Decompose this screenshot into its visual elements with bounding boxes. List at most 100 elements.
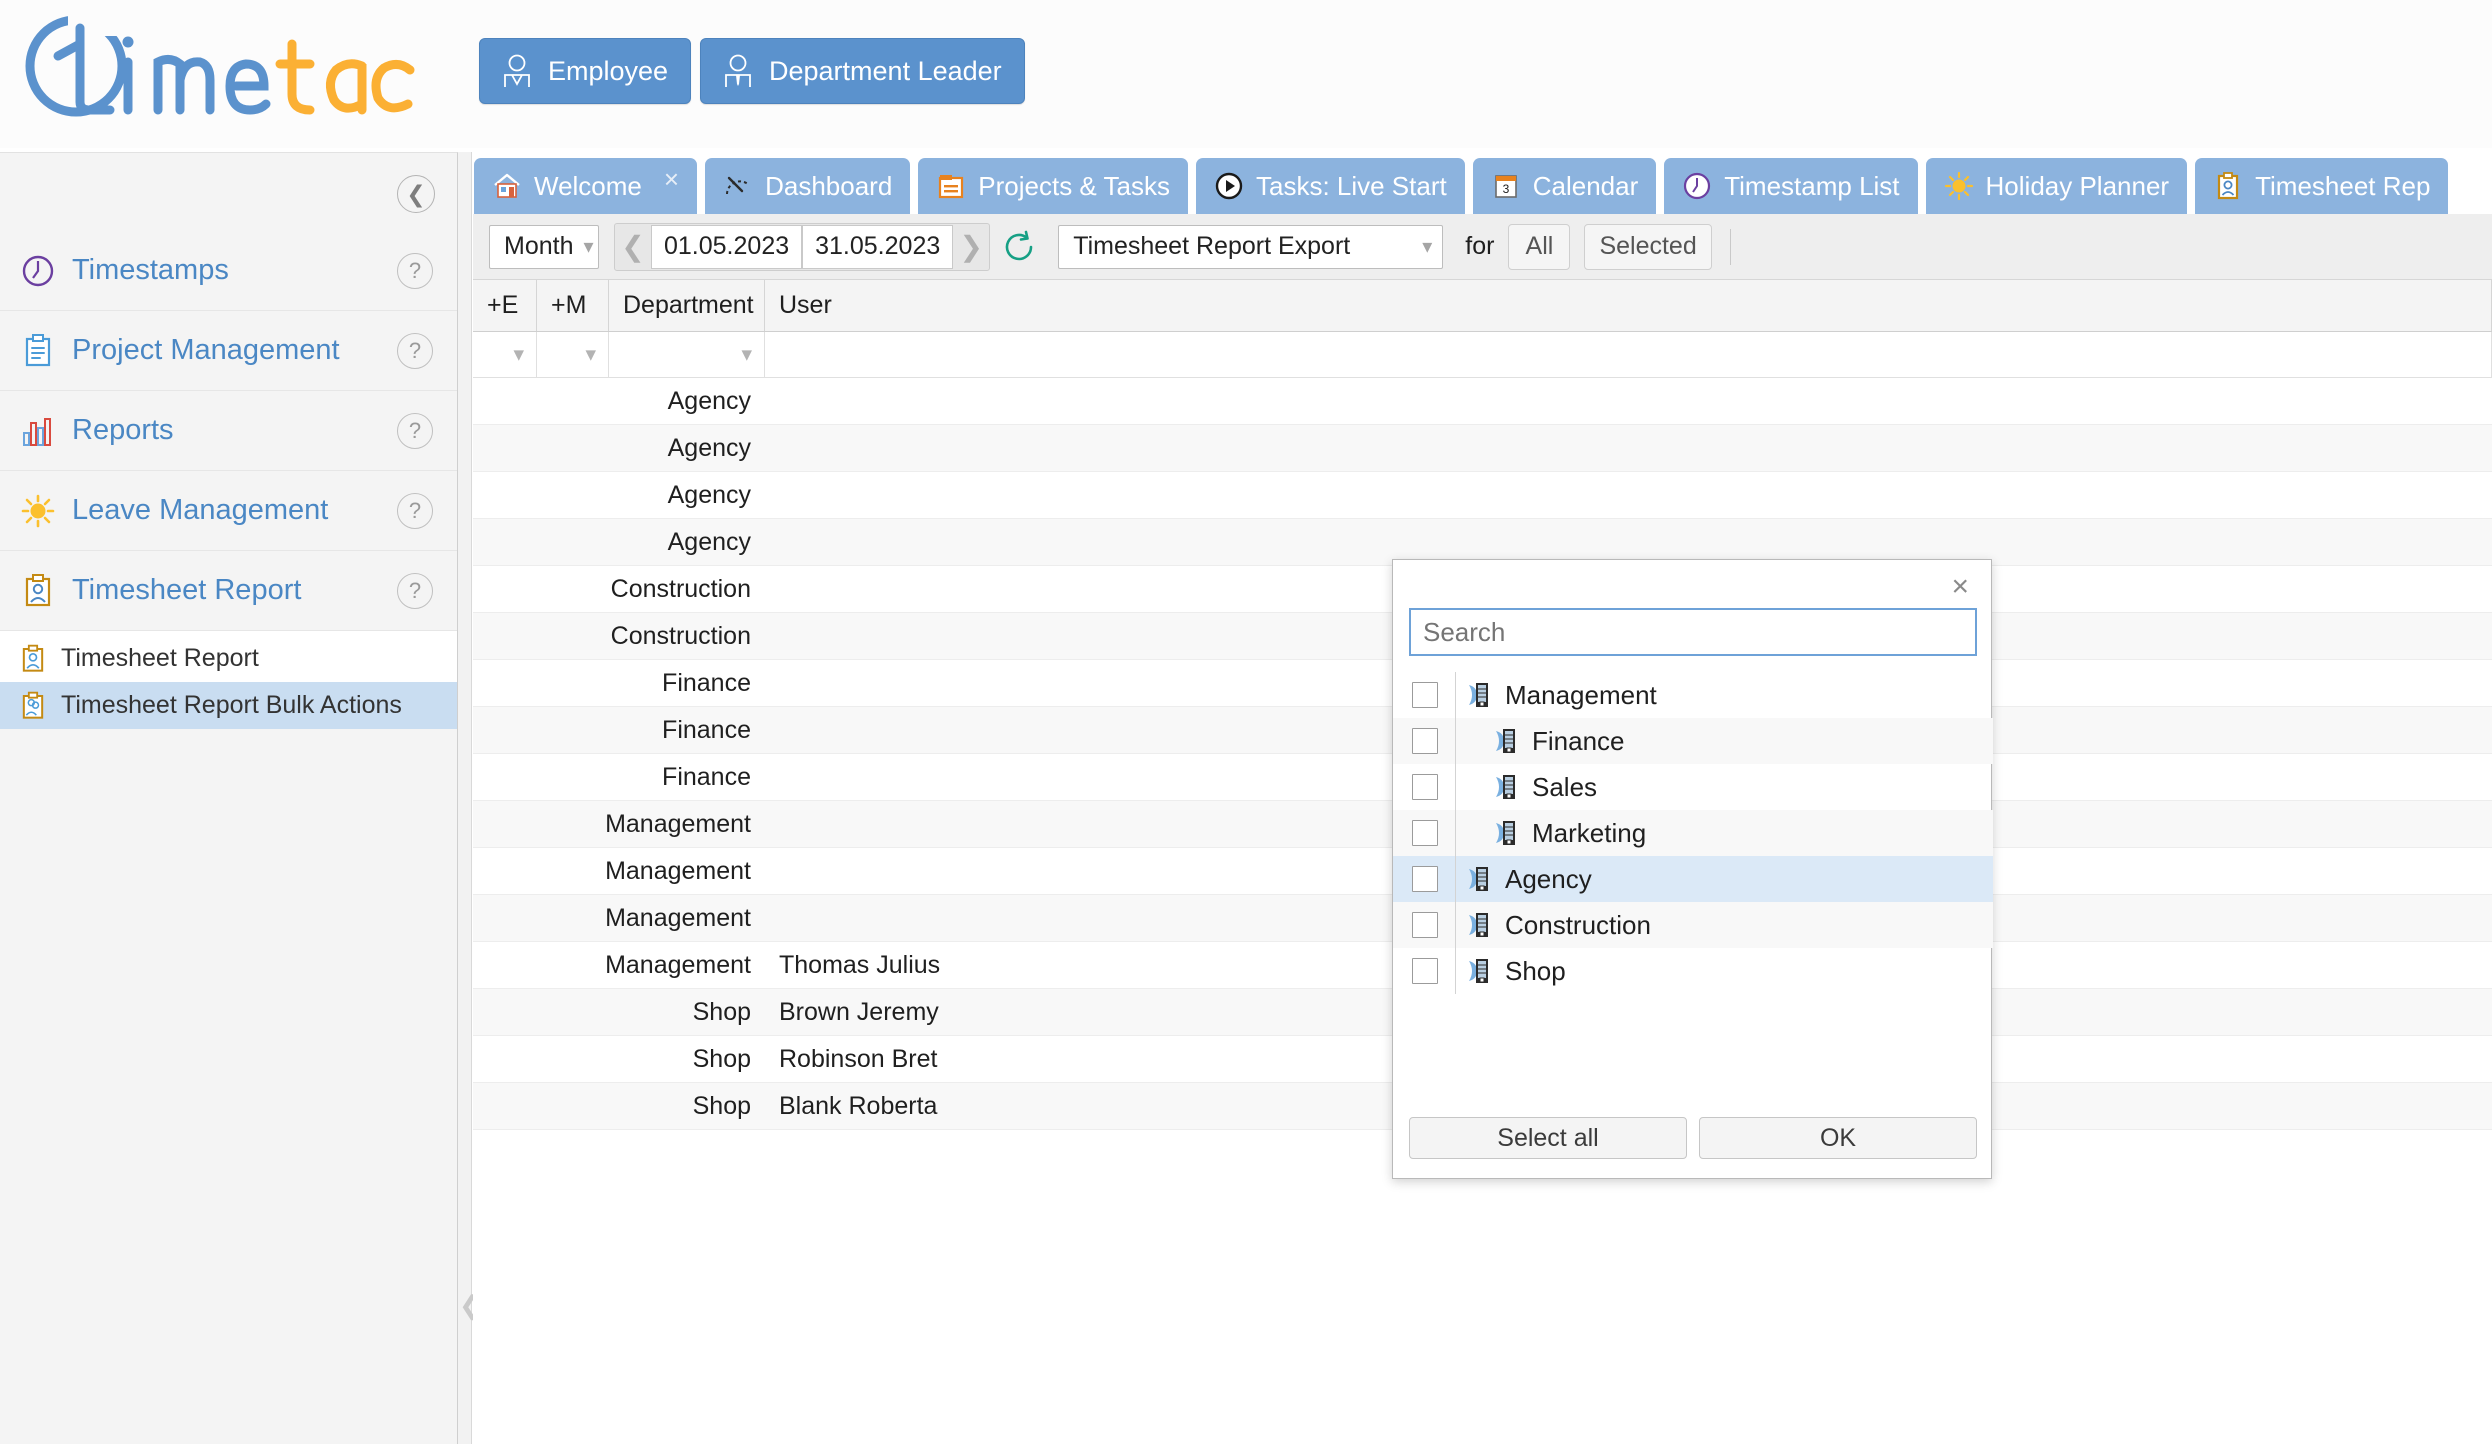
help-icon[interactable]: ? xyxy=(397,333,433,369)
tab-dashboard[interactable]: Dashboard xyxy=(705,158,910,214)
for-label: for xyxy=(1465,232,1494,261)
cell-e xyxy=(473,942,537,988)
tree-item-construction[interactable]: Construction xyxy=(1393,902,1993,948)
export-type-select[interactable]: Timesheet Report Export ▾ xyxy=(1058,225,1443,269)
tab-welcome[interactable]: Welcome × xyxy=(474,158,697,214)
date-from-input[interactable]: 01.05.2023 xyxy=(651,225,802,269)
cell-m xyxy=(537,425,609,471)
tree-item-sales[interactable]: Sales xyxy=(1393,764,1993,810)
table-row[interactable]: Agency xyxy=(473,425,2492,472)
tree-item-shop[interactable]: Shop xyxy=(1393,948,1993,994)
tree-item-label: Management xyxy=(1505,680,1657,711)
help-icon[interactable]: ? xyxy=(397,573,433,609)
cell-m xyxy=(537,1036,609,1082)
cell-e xyxy=(473,848,537,894)
tree-item-marketing[interactable]: Marketing xyxy=(1393,810,1993,856)
cell-e xyxy=(473,1036,537,1082)
sidebar-collapse-button[interactable]: ❮ xyxy=(397,175,435,213)
column-header-m[interactable]: +M xyxy=(537,280,609,331)
clock-icon xyxy=(20,253,56,289)
report-toolbar: Month ▾ ❮ 01.05.2023 31.05.2023 ❯ Timesh… xyxy=(473,214,2492,280)
sidebar-sublabel-timesheet-report: Timesheet Report xyxy=(61,644,259,673)
sidebar-item-timestamps[interactable]: Timestamps ? xyxy=(0,231,457,311)
tab-projects-tasks[interactable]: Projects & Tasks xyxy=(918,158,1188,214)
role-button-employee[interactable]: Employee xyxy=(479,38,691,104)
sidebar-splitter[interactable]: ❮ xyxy=(458,152,472,1444)
filter-user[interactable] xyxy=(765,332,2492,377)
chevron-down-icon: ▾ xyxy=(741,342,752,367)
tree-guide-line xyxy=(1455,718,1456,764)
tab-label-calendar: Calendar xyxy=(1533,171,1639,202)
refresh-button[interactable] xyxy=(996,224,1042,270)
sun-icon xyxy=(20,493,56,529)
checkbox-management[interactable] xyxy=(1412,682,1438,708)
help-icon[interactable]: ? xyxy=(397,253,433,289)
filter-e[interactable]: ▾ xyxy=(473,332,537,377)
sidebar-subitem-timesheet-report[interactable]: Timesheet Report xyxy=(0,635,457,682)
role-button-department-leader[interactable]: Department Leader xyxy=(700,38,1025,104)
checkbox-construction[interactable] xyxy=(1412,912,1438,938)
scope-button-all[interactable]: All xyxy=(1508,224,1570,270)
tree-guide-line xyxy=(1455,856,1456,902)
tab-close-icon[interactable]: × xyxy=(664,166,679,192)
tab-holiday-planner[interactable]: Holiday Planner xyxy=(1926,158,2188,214)
help-icon[interactable]: ? xyxy=(397,413,433,449)
tab-label-timesheet-report: Timesheet Rep xyxy=(2255,171,2430,202)
tab-strip: Welcome × Dashboard Projects & Tasks xyxy=(474,152,2492,214)
sidebar-item-reports[interactable]: Reports ? xyxy=(0,391,457,471)
cell-e xyxy=(473,566,537,612)
table-row[interactable]: Agency xyxy=(473,472,2492,519)
cell-m xyxy=(537,613,609,659)
cell-e xyxy=(473,519,537,565)
column-header-e[interactable]: +E xyxy=(473,280,537,331)
tab-label-timestamp-list: Timestamp List xyxy=(1724,171,1899,202)
column-header-department[interactable]: Department ↑ xyxy=(609,280,765,331)
cell-e xyxy=(473,660,537,706)
popup-footer: Select all OK xyxy=(1393,1098,1993,1178)
tab-tasks-live-start[interactable]: Tasks: Live Start xyxy=(1196,158,1465,214)
tab-label-projects-tasks: Projects & Tasks xyxy=(978,171,1170,202)
search-input[interactable] xyxy=(1409,608,1977,656)
ok-button[interactable]: OK xyxy=(1699,1117,1977,1159)
sidebar-label-timestamps: Timestamps xyxy=(72,254,229,287)
tree-guide-line xyxy=(1455,672,1456,718)
date-to-input[interactable]: 31.05.2023 xyxy=(802,225,953,269)
checkbox-sales[interactable] xyxy=(1412,774,1438,800)
tab-timestamp-list[interactable]: Timestamp List xyxy=(1664,158,1917,214)
select-all-button[interactable]: Select all xyxy=(1409,1117,1687,1159)
filter-department[interactable]: ▾ xyxy=(609,332,765,377)
tab-timesheet-report[interactable]: Timesheet Rep xyxy=(2195,158,2448,214)
tab-calendar[interactable]: 3 Calendar xyxy=(1473,158,1657,214)
cell-department: Shop xyxy=(609,989,765,1035)
cell-m xyxy=(537,801,609,847)
tree-item-agency[interactable]: Agency xyxy=(1393,856,1993,902)
checkbox-shop[interactable] xyxy=(1412,958,1438,984)
help-icon[interactable]: ? xyxy=(397,493,433,529)
tree-item-management[interactable]: Management xyxy=(1393,672,1993,718)
checkbox-marketing[interactable] xyxy=(1412,820,1438,846)
filter-m[interactable]: ▾ xyxy=(537,332,609,377)
next-period-button[interactable]: ❯ xyxy=(953,224,989,270)
sidebar-item-leave-management[interactable]: Leave Management ? xyxy=(0,471,457,551)
scope-button-selected[interactable]: Selected xyxy=(1584,224,1711,270)
tree-item-label: Construction xyxy=(1505,910,1651,941)
cell-m xyxy=(537,519,609,565)
prev-period-button[interactable]: ❮ xyxy=(615,224,651,270)
tree-item-label: Finance xyxy=(1532,726,1625,757)
cell-e xyxy=(473,378,537,424)
sidebar-subitem-timesheet-report-bulk-actions[interactable]: Timesheet Report Bulk Actions xyxy=(0,682,457,729)
employee-icon xyxy=(502,54,532,88)
sidebar-item-timesheet-report[interactable]: Timesheet Report ? xyxy=(0,551,457,631)
table-row[interactable]: Agency xyxy=(473,378,2492,425)
cell-department: Shop xyxy=(609,1083,765,1129)
column-header-user[interactable]: User xyxy=(765,280,2492,331)
close-icon[interactable]: × xyxy=(1943,568,1977,606)
sidebar-item-project-management[interactable]: Project Management ? xyxy=(0,311,457,391)
checkbox-finance[interactable] xyxy=(1412,728,1438,754)
tree-item-finance[interactable]: Finance xyxy=(1393,718,1993,764)
checkbox-agency[interactable] xyxy=(1412,866,1438,892)
sun-icon xyxy=(1944,171,1974,201)
tab-label-holiday-planner: Holiday Planner xyxy=(1986,171,2170,202)
period-select[interactable]: Month ▾ xyxy=(489,225,599,269)
date-range-control: ❮ 01.05.2023 31.05.2023 ❯ xyxy=(614,223,990,271)
